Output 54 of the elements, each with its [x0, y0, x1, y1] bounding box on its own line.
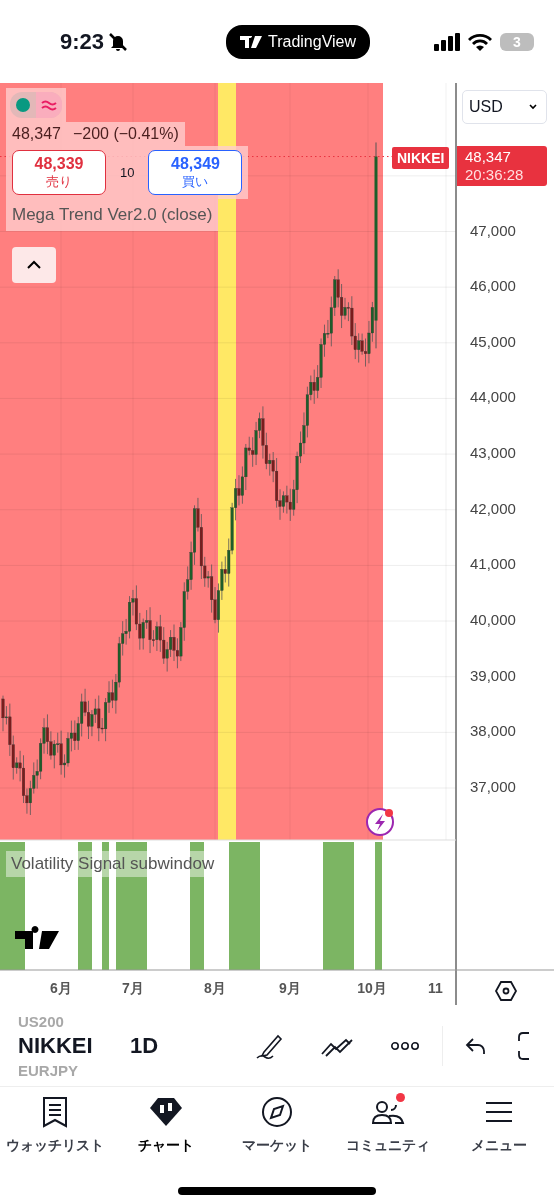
tab[interactable]: ウォッチリスト [0, 1095, 111, 1167]
compass-icon [261, 1096, 293, 1128]
interval-button[interactable]: 1D [130, 1032, 250, 1059]
clock-time: 9:23 [60, 28, 105, 55]
wave-icon[interactable] [36, 92, 62, 118]
price-axis-label: 39,000 [470, 666, 516, 684]
tab[interactable]: メニュー [443, 1095, 554, 1167]
chevron-down-icon [528, 104, 538, 110]
price-axis-label: 47,000 [470, 221, 516, 239]
price-axis-label: 37,000 [470, 778, 516, 795]
tab[interactable]: マーケット [221, 1095, 333, 1167]
indicator-title: Mega Trend Ver2.0 (close) [12, 205, 213, 224]
tab[interactable]: チャート [110, 1095, 222, 1167]
price-axis-label: 38,000 [470, 722, 516, 740]
chevron-up-icon [26, 260, 42, 270]
time-axis-label: 10月 [356, 980, 388, 998]
time-axis-label: 9月 [278, 980, 302, 998]
time-axis-label: 6月 [49, 980, 73, 998]
symbol-price-tag: NIKKEI [392, 147, 450, 169]
bell-muted-icon [108, 31, 129, 52]
wifi-icon [468, 32, 492, 51]
more-icon[interactable] [390, 1040, 420, 1051]
sell-button[interactable]: 48,339 売り [12, 150, 106, 195]
app-pill[interactable]: TradingView [226, 24, 371, 59]
price-axis-label: 44,000 [470, 388, 516, 406]
chart-icon [149, 1096, 184, 1128]
currency-dropdown[interactable]: USD [462, 90, 547, 124]
price-axis-label: 46,000 [470, 277, 516, 295]
time-axis-label: 8月 [203, 980, 227, 998]
collapse-button[interactable] [12, 247, 56, 283]
price-axis-label: 45,000 [470, 332, 516, 350]
price-axis-label: 41,000 [470, 555, 516, 573]
menu-icon [483, 1100, 514, 1124]
signal-icon [434, 32, 460, 51]
watchlist-icon [42, 1096, 69, 1128]
spread-value: 10 [120, 165, 135, 180]
time-axis-label: 7月 [121, 980, 145, 998]
buy-button[interactable]: 48,349 買い [148, 150, 243, 195]
last-price-tag: 48,347 20:36:28 [457, 146, 547, 186]
undo-icon[interactable] [465, 1035, 487, 1056]
price-axis-label: 40,000 [470, 611, 516, 629]
symbol-item[interactable]: NIKKEI [18, 1034, 130, 1057]
price-axis-label: 42,000 [470, 499, 516, 517]
time-axis-label: 11 [428, 980, 443, 996]
fullscreen-icon[interactable] [517, 1030, 531, 1061]
battery-icon: 3 [500, 32, 534, 51]
price-change: −200 (−0.41%) [72, 125, 179, 143]
tradingview-logo-icon [15, 926, 59, 949]
price-axis-label: 43,000 [470, 444, 516, 462]
tab[interactable]: コミュニティ [332, 1095, 444, 1167]
settings-icon[interactable] [494, 980, 518, 1002]
logo-icon [240, 35, 262, 48]
last-price: 48,347 [12, 125, 61, 143]
lightning-icon[interactable] [366, 808, 394, 836]
